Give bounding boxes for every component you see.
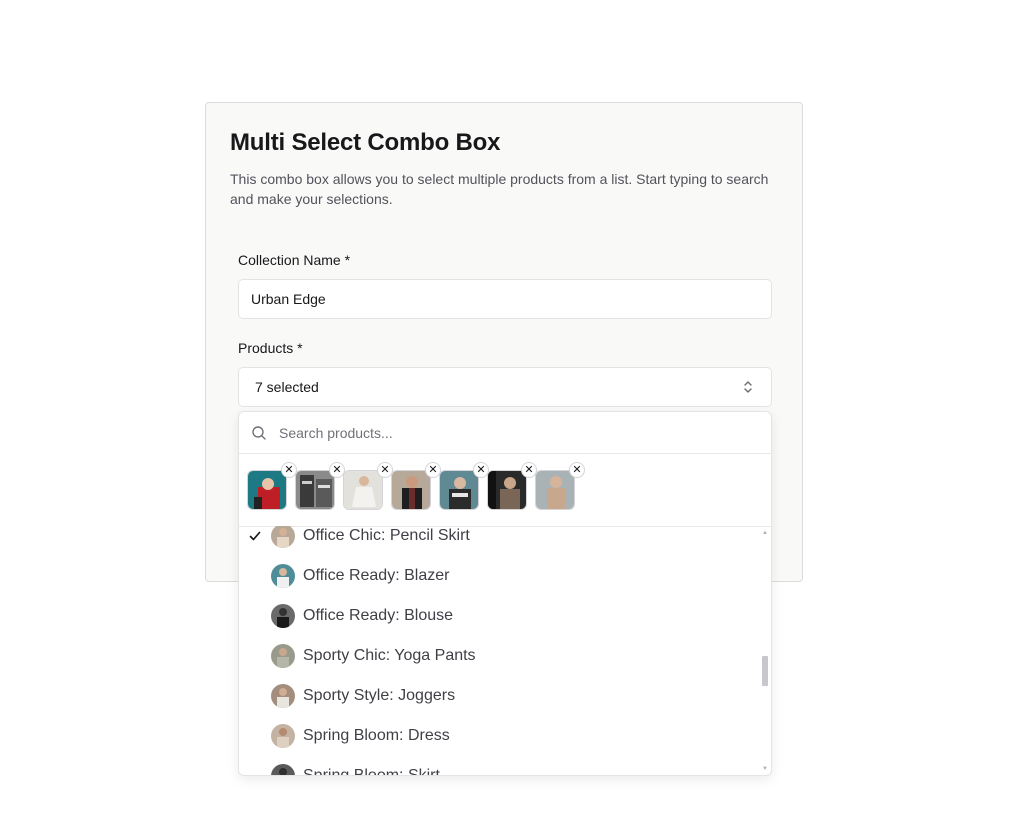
product-avatar bbox=[271, 724, 295, 748]
option-label: Office Ready: Blazer bbox=[303, 567, 450, 584]
chevrons-up-down-icon bbox=[741, 380, 755, 394]
selected-chip: ✕ bbox=[391, 462, 441, 510]
list-item-option[interactable]: Sporty Chic: Yoga Pants bbox=[239, 636, 759, 676]
product-avatar bbox=[271, 764, 295, 775]
selected-chip: ✕ bbox=[343, 462, 393, 510]
option-label: Sporty Chic: Yoga Pants bbox=[303, 647, 476, 664]
collection-name-input[interactable] bbox=[238, 279, 772, 319]
selected-chip: ✕ bbox=[535, 462, 585, 510]
products-dropdown: ✕ ✕ ✕ ✕ ✕ bbox=[238, 411, 772, 776]
selected-chip: ✕ bbox=[295, 462, 345, 510]
search-icon bbox=[251, 425, 267, 441]
product-avatar bbox=[271, 526, 295, 548]
card-description: This combo box allows you to select mult… bbox=[230, 171, 769, 207]
list-item-option[interactable]: Spring Bloom: Skirt bbox=[239, 756, 759, 776]
option-label: Spring Bloom: Dress bbox=[303, 727, 450, 744]
product-avatar bbox=[271, 644, 295, 668]
option-label: Office Ready: Blouse bbox=[303, 607, 454, 624]
product-thumbnail bbox=[343, 470, 383, 510]
product-avatar bbox=[271, 604, 295, 628]
search-input[interactable] bbox=[277, 423, 759, 442]
scroll-thumb[interactable] bbox=[762, 656, 768, 686]
selected-chip: ✕ bbox=[439, 462, 489, 510]
selected-count-text: 7 selected bbox=[255, 379, 319, 395]
scroll-up-icon[interactable]: ▲ bbox=[762, 530, 768, 536]
products-label: Products * bbox=[238, 340, 303, 356]
product-thumbnail bbox=[439, 470, 479, 510]
selected-chips: ✕ ✕ ✕ ✕ ✕ ✕ ✕ bbox=[239, 454, 771, 527]
products-combobox-trigger[interactable]: 7 selected bbox=[238, 367, 772, 407]
product-options-list: Office Chic: Pencil Skirt Office Ready: … bbox=[239, 526, 771, 776]
product-thumbnail bbox=[535, 470, 575, 510]
search-row bbox=[239, 412, 771, 454]
card-title: Multi Select Combo Box bbox=[230, 129, 501, 156]
product-thumbnail bbox=[487, 470, 527, 510]
selected-chip: ✕ bbox=[247, 462, 297, 510]
list-item-option[interactable]: Sporty Style: Joggers bbox=[239, 676, 759, 716]
remove-chip-button[interactable]: ✕ bbox=[569, 462, 585, 478]
check-icon bbox=[239, 529, 271, 543]
selected-chip: ✕ bbox=[487, 462, 537, 510]
option-label: Office Chic: Pencil Skirt bbox=[303, 527, 470, 544]
product-avatar bbox=[271, 564, 295, 588]
option-label: Sporty Style: Joggers bbox=[303, 687, 456, 704]
product-thumbnail bbox=[391, 470, 431, 510]
option-label: Spring Bloom: Skirt bbox=[303, 767, 440, 776]
product-thumbnail bbox=[247, 470, 287, 510]
scroll-down-icon[interactable]: ▼ bbox=[762, 766, 768, 772]
product-thumbnail bbox=[295, 470, 335, 510]
list-scrollbar[interactable]: ▲ ▼ bbox=[759, 526, 771, 775]
collection-name-label: Collection Name * bbox=[238, 252, 351, 268]
list-item-option[interactable]: Spring Bloom: Dress bbox=[239, 716, 759, 756]
list-item-option[interactable]: Office Ready: Blazer bbox=[239, 556, 759, 596]
list-item-option[interactable]: Office Chic: Pencil Skirt bbox=[239, 526, 759, 556]
list-item-option[interactable]: Office Ready: Blouse bbox=[239, 596, 759, 636]
product-avatar bbox=[271, 684, 295, 708]
